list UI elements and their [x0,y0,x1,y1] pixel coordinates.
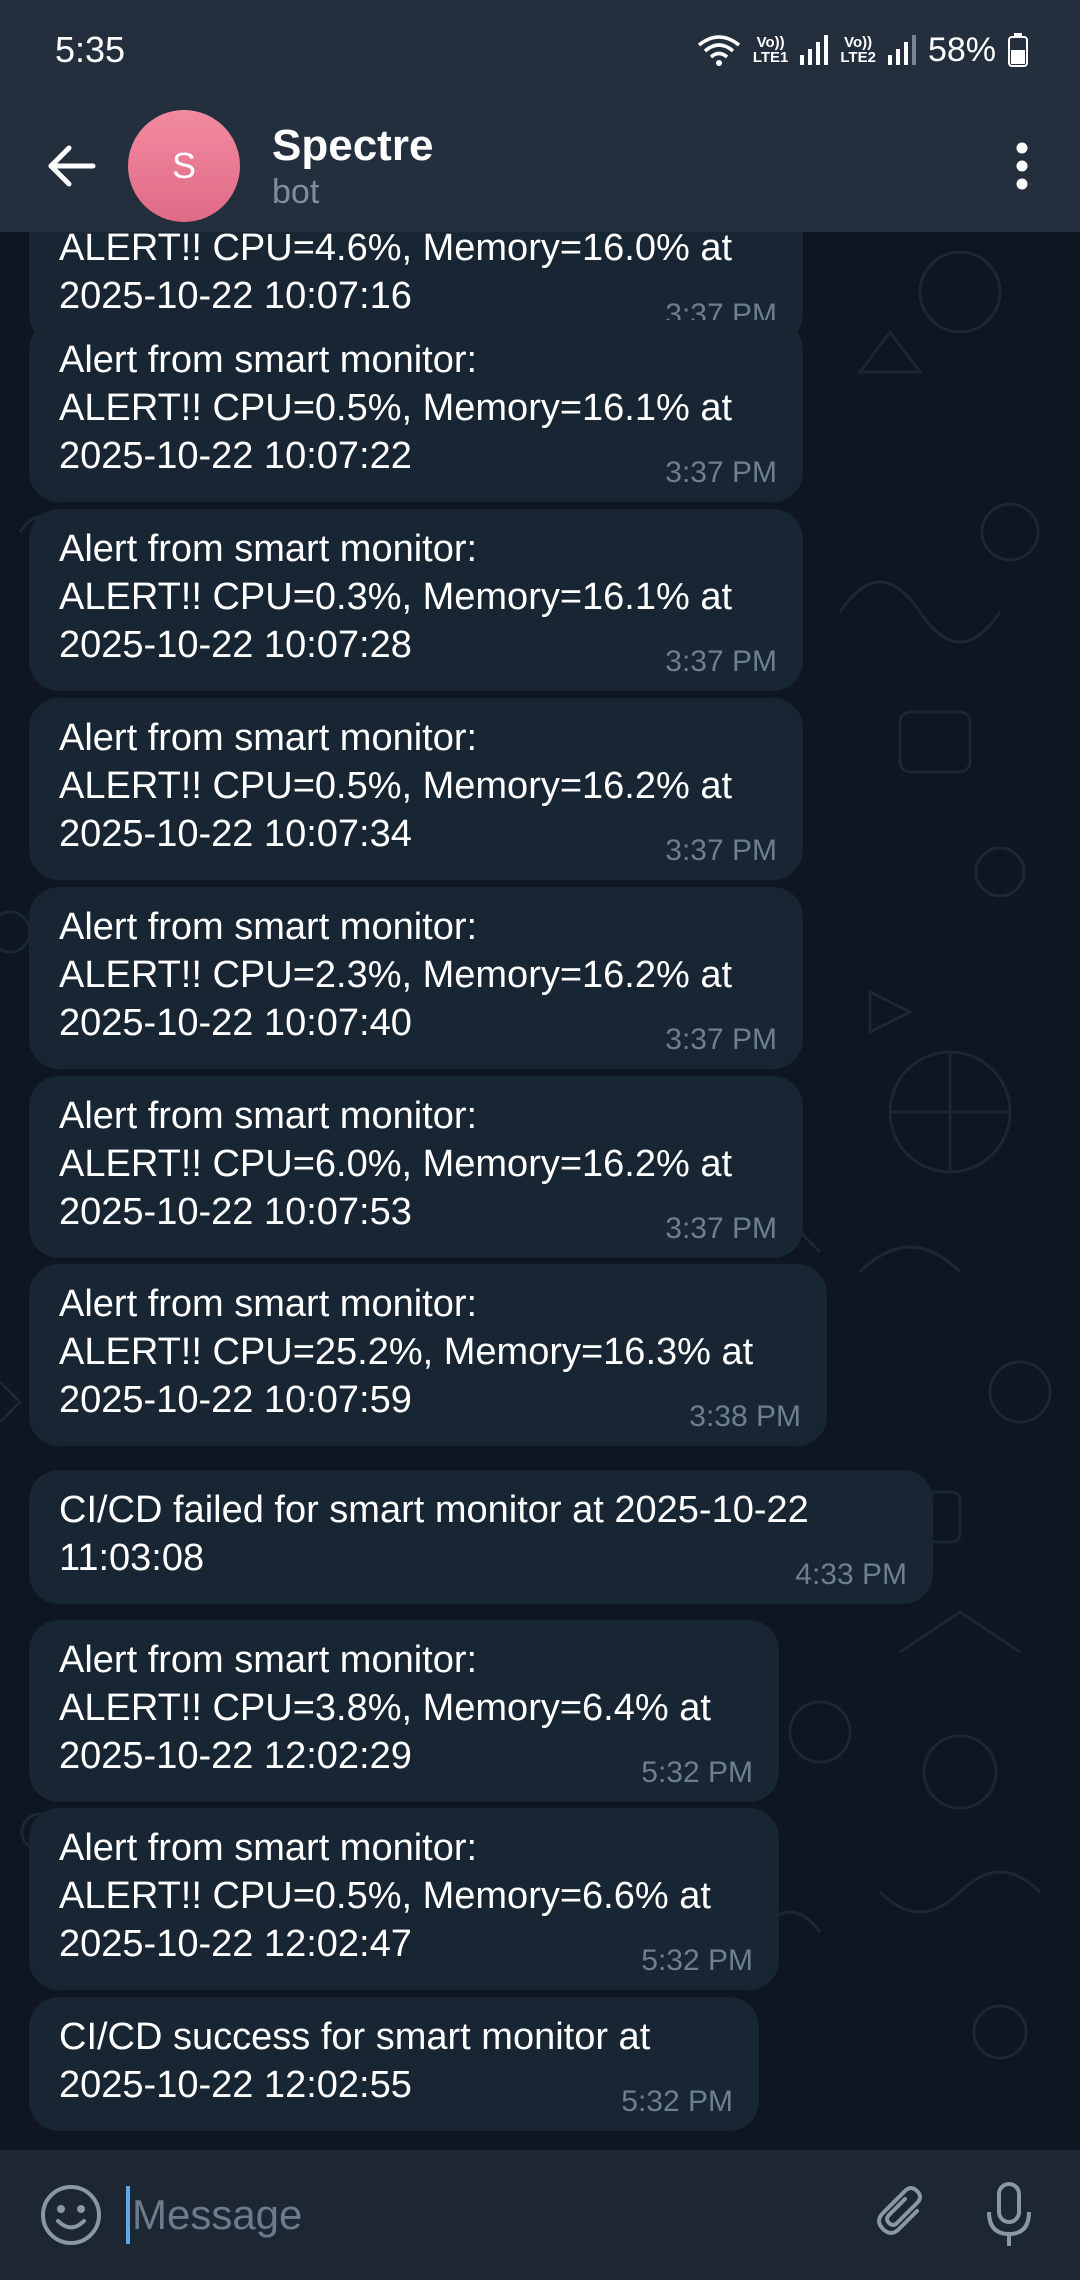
message-bubble[interactable]: Alert from smart monitor: ALERT!! CPU=0.… [29,698,803,880]
emoji-button[interactable] [36,2180,106,2250]
status-bar: 5:35 Vo)) LTE1 Vo)) LTE2 58% [0,0,1080,100]
message-bubble[interactable]: Alert from smart monitor: ALERT!! CPU=25… [29,1264,827,1446]
message-input[interactable] [131,2191,868,2239]
message-bubble[interactable]: Alert from smart monitor: ALERT!! CPU=3.… [29,1620,779,1802]
paperclip-icon [877,2186,922,2235]
message-time: 3:37 PM [665,456,777,489]
message-list[interactable]: ALERT!! CPU=4.6%, Memory=16.0% at 2025-1… [0,232,1080,2150]
smiley-icon [41,2185,101,2245]
message-bubble[interactable]: Alert from smart monitor: ALERT!! CPU=0.… [29,320,803,502]
more-menu-button[interactable] [1002,134,1042,198]
signal-icon [800,35,829,65]
sim1-label: Vo)) LTE1 [752,34,789,66]
signal-icon [887,35,916,65]
back-button[interactable] [40,134,104,198]
voice-message-button[interactable] [974,2180,1044,2250]
chat-title: Spectre [272,121,434,170]
message-bubble[interactable]: CI/CD success for smart monitor at 2025-… [29,1997,759,2131]
message-input-wrapper[interactable] [126,2180,868,2250]
sim2-label: Vo)) LTE2 [840,34,876,66]
status-time: 5:35 [55,29,126,70]
microphone-icon [987,2182,1031,2246]
message-time: 5:32 PM [641,1944,753,1977]
more-vertical-icon [1016,142,1028,190]
chat-title-block[interactable]: Spectre bot [272,120,1002,212]
message-text: Alert from smart monitor: ALERT!! CPU=25… [59,1283,754,1421]
avatar-letter: S [171,145,196,186]
message-bubble[interactable]: Alert from smart monitor: ALERT!! CPU=2.… [29,887,803,1069]
message-time: 5:32 PM [641,1756,753,1789]
chat-header: S Spectre bot [0,100,1080,232]
message-time: 3:37 PM [665,1023,777,1056]
message-bubble[interactable]: Alert from smart monitor: ALERT!! CPU=6.… [29,1076,803,1258]
arrow-left-icon [48,145,96,187]
message-time: 4:33 PM [795,1558,907,1591]
message-text: CI/CD failed for smart monitor at 2025-1… [59,1489,809,1579]
attach-button[interactable] [868,2180,938,2250]
battery-percent: 58% [927,30,996,69]
wifi-icon [697,33,741,67]
message-bubble[interactable]: CI/CD failed for smart monitor at 2025-1… [29,1470,933,1604]
chat-subtitle: bot [272,173,320,211]
message-time: 3:37 PM [665,1212,777,1245]
message-time: 3:37 PM [665,645,777,678]
message-time: 3:38 PM [689,1400,801,1433]
message-time: 3:37 PM [665,834,777,867]
message-composer [0,2150,1080,2280]
message-bubble[interactable]: Alert from smart monitor: ALERT!! CPU=0.… [29,509,803,691]
battery-icon [1008,33,1028,67]
message-time: 5:32 PM [621,2085,733,2118]
message-bubble[interactable]: Alert from smart monitor: ALERT!! CPU=0.… [29,1808,779,1990]
text-cursor [126,2186,130,2244]
status-icons: Vo)) LTE1 Vo)) LTE2 58% [697,31,1028,70]
avatar[interactable]: S [128,110,240,222]
